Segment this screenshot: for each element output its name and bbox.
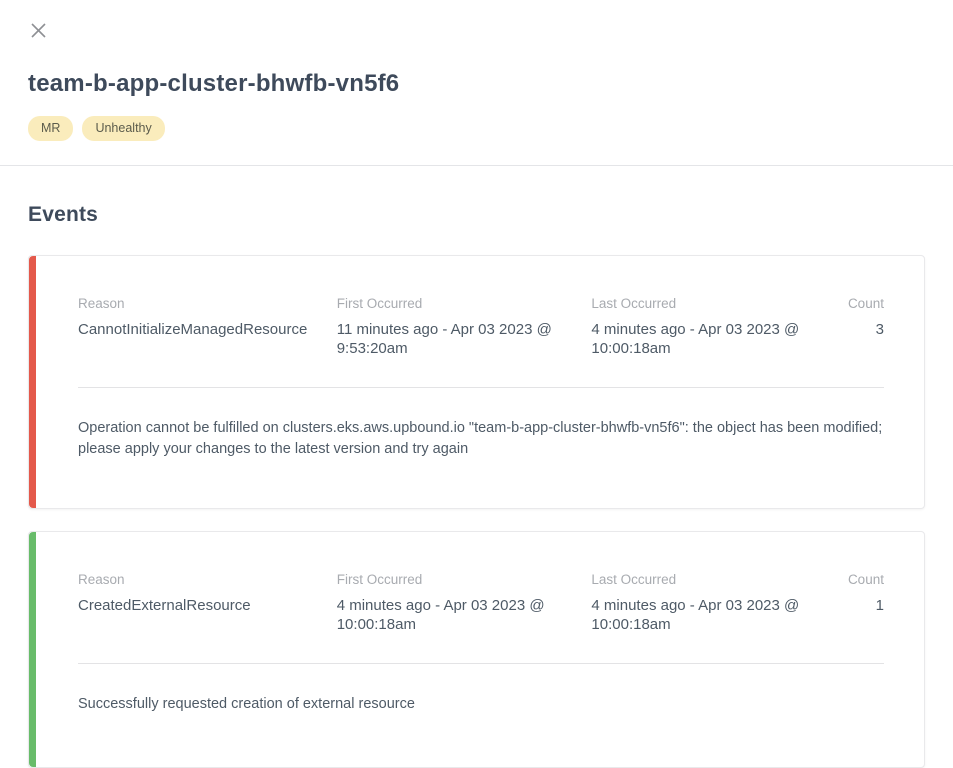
event-card-success: Reason First Occurred Last Occurred Coun… (28, 531, 925, 768)
event-message: Operation cannot be fulfilled on cluster… (78, 418, 884, 508)
status-strip-error (29, 256, 36, 508)
event-count: 1 (824, 596, 884, 635)
details-panel: team-b-app-cluster-bhwfb-vn5f6 MR Unheal… (0, 0, 953, 768)
column-header-first-occurred: First Occurred (337, 572, 592, 587)
badge-row: MR Unhealthy (28, 116, 925, 141)
card-divider (78, 387, 884, 388)
event-column-headers: Reason First Occurred Last Occurred Coun… (78, 572, 884, 587)
column-header-reason: Reason (78, 296, 337, 311)
column-header-last-occurred: Last Occurred (591, 572, 824, 587)
event-last-occurred: 4 minutes ago - Apr 03 2023 @ 10:00:18am (591, 596, 824, 635)
card-divider (78, 663, 884, 664)
event-reason: CreatedExternalResource (78, 596, 337, 635)
event-message: Successfully requested creation of exter… (78, 694, 884, 767)
column-header-first-occurred: First Occurred (337, 296, 592, 311)
column-header-reason: Reason (78, 572, 337, 587)
close-icon (30, 22, 47, 39)
event-first-occurred: 4 minutes ago - Apr 03 2023 @ 10:00:18am (337, 596, 592, 635)
event-column-headers: Reason First Occurred Last Occurred Coun… (78, 296, 884, 311)
status-badge-kind: MR (28, 116, 73, 141)
column-header-last-occurred: Last Occurred (591, 296, 824, 311)
status-strip-success (29, 532, 36, 767)
event-first-occurred: 11 minutes ago - Apr 03 2023 @ 9:53:20am (337, 320, 592, 359)
event-reason: CannotInitializeManagedResource (78, 320, 337, 359)
status-badge-health: Unhealthy (82, 116, 164, 141)
column-header-count: Count (824, 572, 884, 587)
event-row: CreatedExternalResource 4 minutes ago - … (78, 596, 884, 635)
close-button[interactable] (28, 20, 49, 41)
event-row: CannotInitializeManagedResource 11 minut… (78, 320, 884, 359)
event-count: 3 (824, 320, 884, 359)
column-header-count: Count (824, 296, 884, 311)
header-divider (0, 165, 953, 166)
event-last-occurred: 4 minutes ago - Apr 03 2023 @ 10:00:18am (591, 320, 824, 359)
event-card-error: Reason First Occurred Last Occurred Coun… (28, 255, 925, 509)
page-title: team-b-app-cluster-bhwfb-vn5f6 (28, 70, 925, 98)
events-heading: Events (28, 203, 925, 227)
